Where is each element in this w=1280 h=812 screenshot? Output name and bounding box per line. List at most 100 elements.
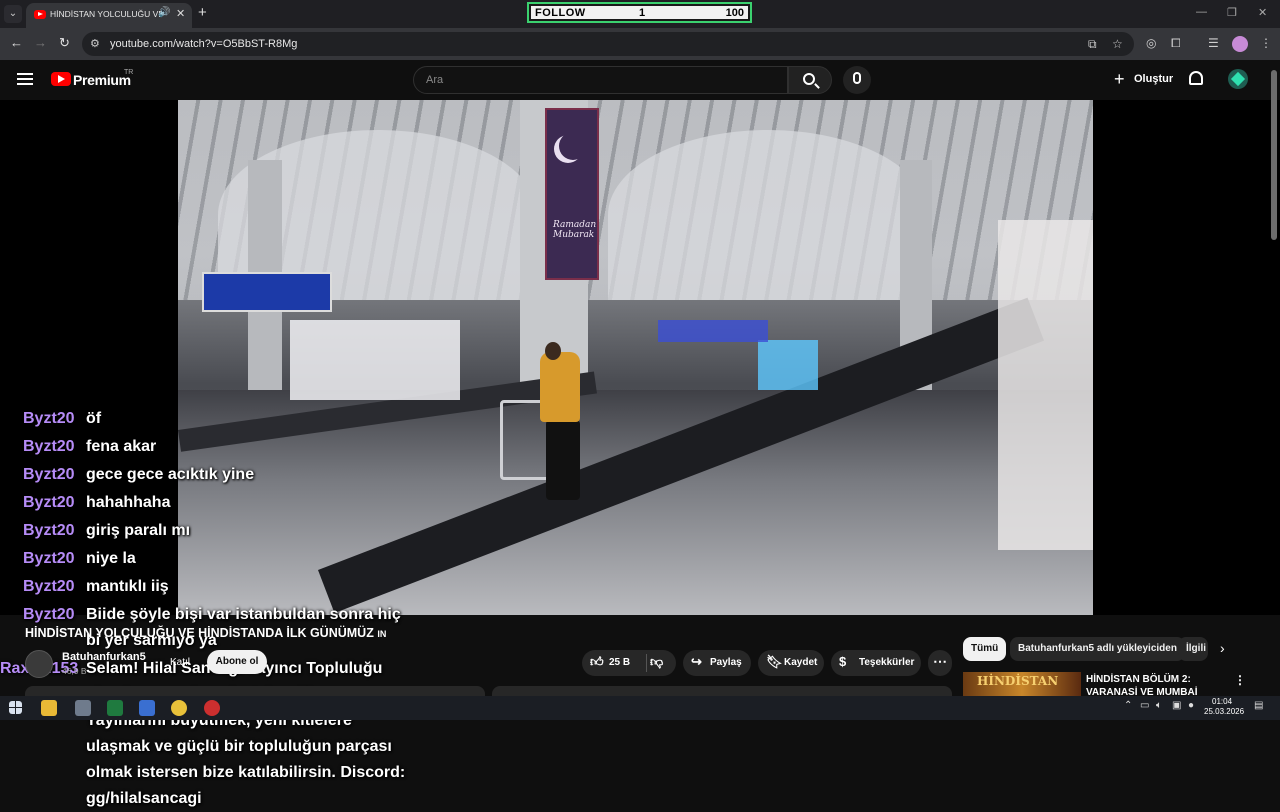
chat-text: niye la <box>86 550 136 567</box>
chat-username: Byzt20 <box>23 466 75 483</box>
site-info-icon[interactable]: ⚙ <box>90 37 100 50</box>
description-box[interactable] <box>25 686 485 696</box>
chat-text: Selam! Hilal Sancağı Yayıncı Topluluğu o… <box>86 660 406 807</box>
video-player[interactable]: Ramadan Mubarak Byzt20 öf Byzt20 fena ak… <box>0 100 1280 807</box>
plus-icon: + <box>1114 69 1125 89</box>
chat-username: Byzt20 <box>23 606 75 623</box>
minimize-icon[interactable]: — <box>1196 6 1207 18</box>
notification-center-icon[interactable]: ▤ <box>1254 700 1263 711</box>
chat-text: hahahhaha <box>86 494 171 511</box>
calculator-icon[interactable] <box>75 700 91 716</box>
share-button[interactable]: ↪ Paylaş <box>683 650 751 676</box>
traveler-jacket <box>540 352 580 422</box>
voice-search-button[interactable] <box>843 66 871 94</box>
microphone-icon <box>853 72 861 84</box>
chat-text: fena akar <box>86 438 157 455</box>
browser-tab-active[interactable]: HİNDİSTAN YOLCULUĞU VE H 🔊 ✕ <box>26 3 192 28</box>
chat-username: Byzt20 <box>23 438 75 455</box>
notifications-bell-icon[interactable] <box>1189 71 1203 85</box>
tab-search-button[interactable]: ⌄ <box>4 5 22 23</box>
menu-icon[interactable] <box>17 73 33 85</box>
thanks-heart-icon: $ <box>839 654 847 669</box>
chat-username: Byzt20 <box>23 550 75 567</box>
thanks-button[interactable]: $ Teşekkürler <box>831 650 921 676</box>
browser-menu-icon[interactable]: ⋮ <box>1260 36 1272 50</box>
bookmark-star-icon[interactable]: ☆ <box>1112 37 1123 51</box>
thanks-label: Teşekkürler <box>859 657 915 668</box>
display-icon[interactable]: ▣ <box>1172 700 1181 711</box>
divider <box>646 654 647 672</box>
ceiling-arch <box>608 130 928 300</box>
puzzle-extensions-icon[interactable]: ⧠ <box>1171 36 1181 51</box>
recommendation-menu-icon[interactable]: ⋮ <box>1234 673 1246 687</box>
like-thumb-icon[interactable]: 👍︎ <box>590 654 604 670</box>
restore-icon[interactable]: ❐ <box>1227 6 1237 19</box>
traveler-head <box>545 342 561 360</box>
speaker-icon[interactable]: 🔊 <box>158 7 170 18</box>
chat-username: Byzt20 <box>23 522 75 539</box>
chip-related[interactable]: İlgili <box>1178 637 1208 661</box>
digital-screen <box>758 340 818 390</box>
chip-all[interactable]: Tümü <box>963 637 1007 661</box>
subscribe-button[interactable]: Abone ol <box>207 650 267 674</box>
close-tab-icon[interactable]: ✕ <box>176 7 185 20</box>
save-button[interactable]: 🔖︎ Kaydet <box>758 650 824 676</box>
channel-name[interactable]: Batuhanfurkan5 <box>62 651 146 663</box>
page-scrollbar[interactable] <box>1270 60 1278 696</box>
back-arrow-icon[interactable]: ← <box>10 35 23 50</box>
tray-chevron-icon[interactable]: ⌃ <box>1124 700 1132 711</box>
file-explorer-icon[interactable] <box>41 700 57 716</box>
like-count[interactable]: 25 B <box>609 657 630 668</box>
chat-message: Byzt20 niye la <box>0 546 420 574</box>
youtube-logo-icon[interactable] <box>51 72 71 86</box>
reload-icon[interactable]: ↻ <box>59 35 70 51</box>
profile-avatar[interactable] <box>1232 36 1248 52</box>
follow-goal-target: 100 <box>725 7 744 19</box>
subscriber-count: 46,9 B <box>62 666 87 676</box>
create-label: Oluştur <box>1134 73 1174 85</box>
recommendation-title[interactable]: HİNDİSTAN BÖLÜM 2: VARANASİ VE MUMBAİ <box>1086 673 1206 697</box>
traveler-legs <box>546 420 580 500</box>
chat-text: öf <box>86 410 102 427</box>
dislike-thumb-icon[interactable]: 👎︎ <box>650 654 663 670</box>
comments-box[interactable] <box>492 686 952 696</box>
recommendation-thumbnail[interactable]: HİNDİSTAN <box>963 672 1081 696</box>
address-bar[interactable]: ⚙ youtube.com/watch?v=O5BbST-R8Mg ⧉ ☆ <box>82 32 1134 56</box>
chat-username: Byzt20 <box>23 494 75 511</box>
close-window-icon[interactable]: ✕ <box>1258 6 1267 19</box>
search-button[interactable] <box>788 66 832 94</box>
chrome-icon[interactable] <box>171 700 187 716</box>
channel-avatar[interactable] <box>25 650 53 678</box>
obs-icon[interactable] <box>204 700 220 716</box>
scrollbar-thumb[interactable] <box>1271 70 1277 240</box>
store-display <box>998 220 1093 550</box>
join-button[interactable]: Katıl <box>160 652 200 674</box>
volume-icon[interactable]: 🔈︎ <box>1156 700 1162 711</box>
create-button[interactable]: + Oluştur <box>1110 68 1176 92</box>
chevron-right-icon[interactable]: › <box>1220 640 1225 656</box>
install-app-icon[interactable]: ⧉ <box>1088 37 1097 52</box>
like-dislike-group: 👍︎ 25 B 👎︎ <box>582 650 676 676</box>
shop-front <box>290 320 460 400</box>
chat-username: Byzt20 <box>23 578 75 595</box>
search-input[interactable]: Ara <box>413 66 788 94</box>
forward-arrow-icon[interactable]: → <box>34 35 47 50</box>
microphone-tray-icon[interactable]: ● <box>1188 700 1194 711</box>
follow-goal-label: FOLLOW <box>535 7 586 19</box>
clock-date[interactable]: 25.03.2026 <box>1204 707 1244 716</box>
more-actions-button[interactable]: ⋯ <box>928 650 952 676</box>
follow-goal-widget: FOLLOW 1 100 <box>527 2 752 23</box>
new-tab-button[interactable]: + <box>198 4 207 21</box>
clock-time[interactable]: 01:04 <box>1212 697 1232 706</box>
app-icon[interactable] <box>139 700 155 716</box>
chip-uploader[interactable]: Batuhanfurkan5 adlı yükleyiciden <box>1010 637 1185 661</box>
network-icon[interactable]: ▭ <box>1140 700 1149 711</box>
excel-icon[interactable] <box>107 700 123 716</box>
youtube-brand[interactable]: Premium <box>73 72 131 88</box>
extension-icon[interactable]: ◎ <box>1146 36 1156 50</box>
url-text[interactable]: youtube.com/watch?v=O5BbST-R8Mg <box>110 38 297 50</box>
ramadan-banner: Ramadan Mubarak <box>545 108 599 280</box>
windows-start-icon[interactable] <box>9 701 22 714</box>
reading-list-icon[interactable]: ☰ <box>1208 36 1219 50</box>
account-avatar[interactable] <box>1228 69 1248 89</box>
